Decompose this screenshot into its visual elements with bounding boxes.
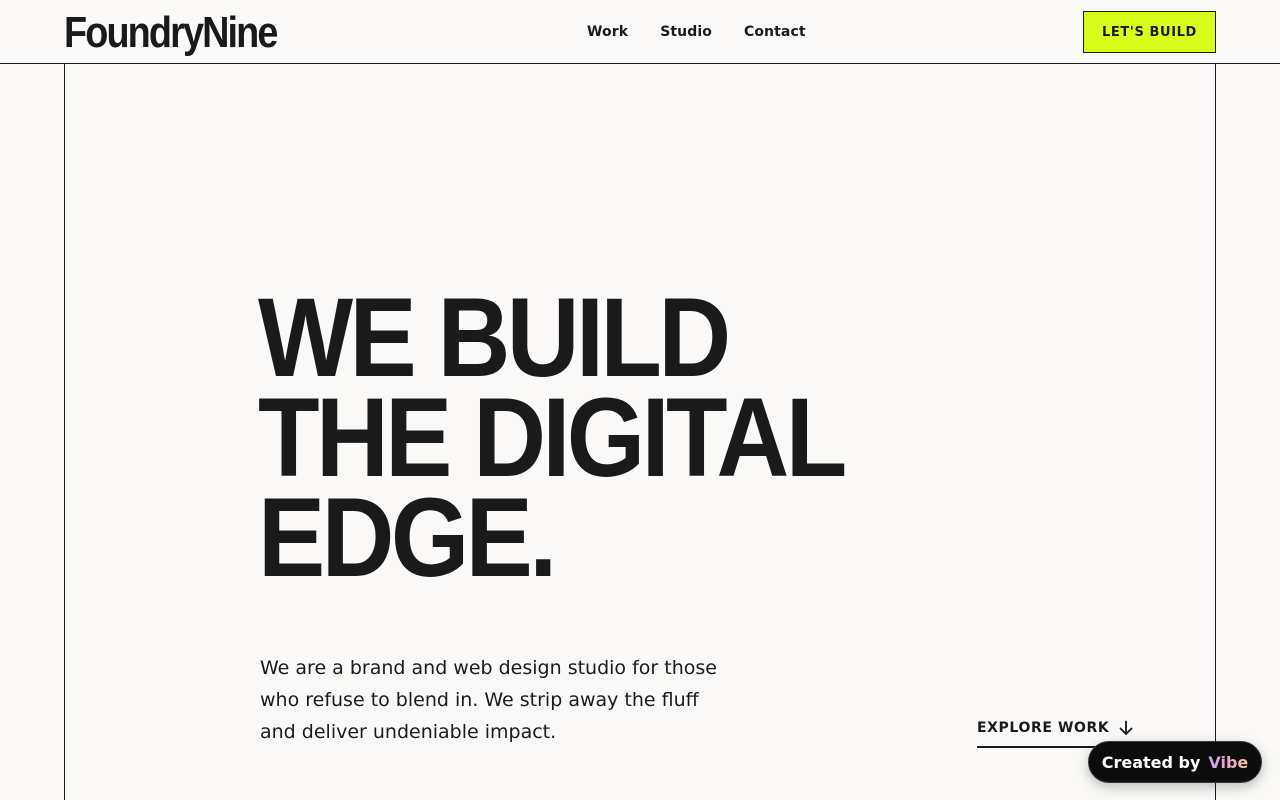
logo[interactable]: FoundryNine: [64, 8, 278, 58]
explore-work-link[interactable]: EXPLORE WORK: [977, 716, 1133, 748]
hero-description: We are a brand and web design studio for…: [260, 657, 717, 743]
nav-link-studio[interactable]: Studio: [660, 22, 712, 42]
hero-title-line: EDGE.: [258, 475, 557, 600]
created-by-badge[interactable]: Created by Vibe: [1088, 741, 1262, 783]
frame-line-right: [1215, 64, 1216, 800]
hero-title-line: THE DIGITAL: [258, 375, 847, 500]
nav-link-contact[interactable]: Contact: [744, 22, 806, 42]
explore-work-label: EXPLORE WORK: [977, 720, 1110, 736]
hero-title-line: WE BUILD: [258, 275, 731, 400]
arrow-down-icon: [1119, 716, 1133, 740]
hero-title: WE BUILD THE DIGITAL EDGE.: [258, 275, 847, 600]
badge-prefix: Created by: [1101, 752, 1201, 772]
page: FoundryNine Work Studio Contact LET'S BU…: [0, 0, 1280, 800]
site-header: FoundryNine Work Studio Contact LET'S BU…: [0, 0, 1280, 64]
lets-build-button[interactable]: LET'S BUILD: [1083, 11, 1216, 53]
main-nav: Work Studio Contact: [587, 22, 806, 42]
badge-brand: Vibe: [1208, 752, 1249, 772]
nav-link-work[interactable]: Work: [587, 22, 628, 42]
frame-line-left: [64, 64, 65, 800]
